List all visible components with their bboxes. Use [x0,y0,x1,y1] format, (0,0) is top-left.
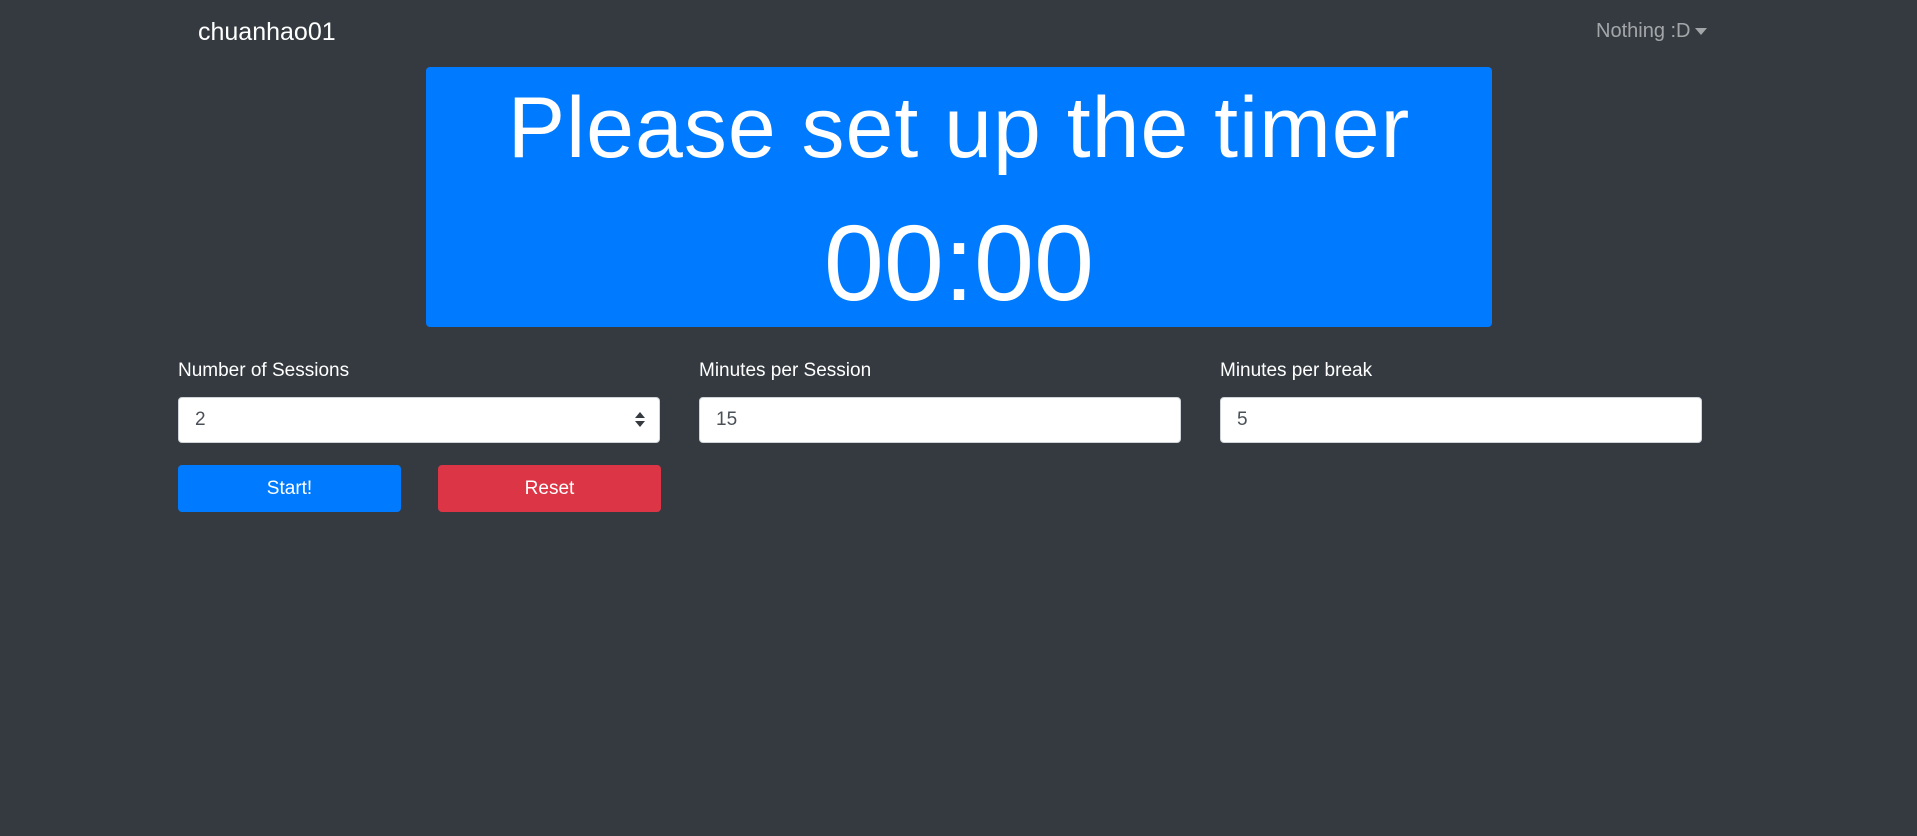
navbar-brand[interactable]: chuanhao01 [198,18,336,47]
minutes-per-session-input[interactable]: 15 [699,397,1181,443]
reset-button[interactable]: Reset [438,465,661,512]
start-button[interactable]: Start! [178,465,401,512]
minutes-per-break-value: 5 [1237,409,1248,430]
sessions-select[interactable]: 2 [178,397,660,443]
minutes-per-session-value: 15 [716,409,738,430]
timer-panel: Please set up the timer 00:00 [426,67,1492,327]
minutes-per-break-input[interactable]: 5 [1220,397,1702,443]
select-arrows-icon [635,412,645,428]
minutes-per-session-label: Minutes per Session [699,360,872,381]
navbar: chuanhao01 Nothing :D [0,0,1917,66]
sessions-select-value: 2 [195,409,206,430]
sessions-group: Number of Sessions 2 [178,360,662,443]
nav-dropdown-toggle[interactable]: Nothing :D [1596,20,1707,43]
timer-status-text: Please set up the timer [507,80,1411,176]
minutes-per-break-label: Minutes per break [1220,360,1373,381]
sessions-label: Number of Sessions [178,360,350,381]
nav-dropdown-label: Nothing :D [1596,20,1691,42]
timer-display: 00:00 [823,202,1095,323]
minutes-per-break-group: Minutes per break 5 [1220,360,1704,443]
minutes-per-session-group: Minutes per Session 15 [699,360,1183,443]
caret-down-icon [1694,28,1707,35]
